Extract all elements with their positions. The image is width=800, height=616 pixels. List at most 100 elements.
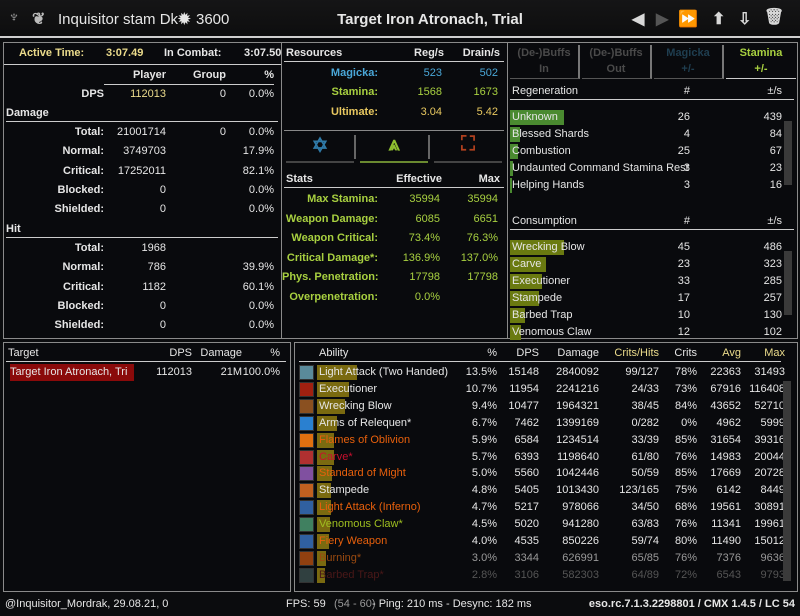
ability-avg: 14983: [710, 450, 741, 463]
player-value: 786: [147, 261, 166, 274]
group-value: 0: [219, 126, 226, 138]
tab-divider: [428, 135, 430, 159]
ability-ch: 61/80: [631, 450, 659, 463]
fps: FPS: 59: [286, 598, 326, 610]
col-avg[interactable]: Avg: [697, 345, 741, 362]
ability-row[interactable]: Light Attack (Two Handed) 13.5% 15148 28400…: [299, 364, 785, 381]
list-item[interactable]: Helping Hands 3 16: [510, 177, 782, 194]
tab-sublabel: +/-: [681, 63, 695, 75]
col-ch[interactable]: Crits/Hits: [599, 345, 659, 362]
ability-row[interactable]: Wrecking Blow 9.4% 10477 1964321 38/45 84% 436…: [299, 398, 785, 415]
resource-row: Magicka: 523 502: [282, 65, 504, 82]
abilities-scrollbar[interactable]: [783, 381, 791, 581]
ability-row[interactable]: Stampede 4.8% 5405 1013430 123/165 75% 6142 844…: [299, 482, 785, 499]
trash-icon[interactable]: 🗑: [764, 7, 784, 27]
ability-row[interactable]: Carve* 5.7% 6393 1198640 61/80 76% 14983 20044: [299, 449, 785, 466]
ability-pct: 5.9%: [471, 433, 497, 446]
ability-avg: 43652: [710, 399, 741, 412]
stampede-icon: [299, 483, 314, 499]
target-pct: 100.0%: [242, 366, 280, 378]
ability-row[interactable]: Fiery Weapon 4.0% 4535 850226 59/74 80% 11490 1…: [299, 533, 785, 550]
list-item[interactable]: Unknown 26 439: [510, 109, 782, 126]
list-item[interactable]: Stampede 17 257: [510, 290, 782, 307]
footer-player-info: @Inquisitor_Mordrak, 29.08.21, 0: [5, 598, 169, 610]
ability-pct: 4.5%: [471, 518, 497, 531]
list-item[interactable]: Venomous Claw 12 102: [510, 324, 782, 341]
ability-row[interactable]: Arms of Relequen* 6.7% 7462 1399169 0/282 0% 4…: [299, 415, 785, 432]
list-item[interactable]: Carve 23 323: [510, 256, 782, 273]
stat-row: Shielded: 0 0.0%: [4, 317, 281, 334]
active-time-label: Active Time:: [19, 47, 85, 59]
ability-avg: 6543: [716, 568, 741, 581]
list-item[interactable]: Executioner 33 285: [510, 273, 782, 290]
target-name: Target Iron Atronach, Tri: [10, 364, 134, 381]
max-value: 137.0%: [460, 251, 498, 264]
carve-icon: [299, 449, 314, 465]
reg-value: 523: [423, 67, 442, 79]
rate-value: 16: [769, 179, 782, 191]
drain-value: 5.42: [476, 105, 498, 118]
resource-tab[interactable]: ⛶: [434, 133, 502, 163]
regen-label: Regeneration: [512, 85, 579, 97]
count-value: 17: [677, 292, 690, 304]
buff-tab[interactable]: (De-)Buffs Out: [582, 45, 652, 79]
next-icon[interactable]: ▶: [656, 9, 668, 29]
list-item[interactable]: Undaunted Command Stamina Rest 3 23: [510, 160, 782, 177]
save-icon[interactable]: ⇩: [738, 9, 751, 29]
resource-tab[interactable]: ⩓: [360, 133, 428, 163]
buff-tab[interactable]: (De-)Buffs In: [510, 45, 580, 79]
last-icon[interactable]: ⏩: [678, 9, 698, 29]
cons-label: Consumption: [512, 215, 577, 227]
buff-tab[interactable]: Stamina +/-: [726, 45, 796, 79]
count-value: 4: [683, 128, 690, 140]
cons-scrollbar[interactable]: [784, 251, 792, 315]
ability-row[interactable]: Barbed Trap* 2.8% 3106 582303 64/89 72% 6543 97…: [299, 567, 785, 584]
resources-label: Resources: [286, 47, 343, 59]
ability-row[interactable]: Venomous Claw* 4.5% 5020 941280 63/83 76% 1134…: [299, 516, 785, 533]
ability-row[interactable]: Standard of Might 5.0% 5560 1042446 50/59 85%…: [299, 465, 785, 482]
col-name[interactable]: Ability: [319, 345, 459, 362]
ability-row[interactable]: Executioner 10.7% 11954 2241216 24/33 73% 6791…: [299, 381, 785, 398]
class-icon: ❦: [32, 11, 46, 28]
stamina-icon: ⩓: [388, 133, 400, 155]
network-info: - Ping: 210 ms - Desync: 182 ms: [372, 598, 532, 610]
col-pct[interactable]: %: [449, 345, 497, 362]
col-dps[interactable]: DPS: [497, 345, 539, 362]
stat-row: Blocked: 0 0.0%: [4, 182, 281, 199]
ability-max: 20728: [754, 467, 785, 480]
stat-row: Total: 1968: [4, 240, 281, 257]
ability-row[interactable]: Burning* 3.0% 3344 626991 65/85 76% 7376 9636: [299, 550, 785, 567]
buff-tab[interactable]: Magicka +/-: [654, 45, 724, 79]
col-max[interactable]: Max: [741, 345, 785, 362]
ability-row[interactable]: Light Attack (Inferno) 4.7% 5217 978066 34/5…: [299, 499, 785, 516]
ability-pct: 4.0%: [471, 535, 497, 547]
cons-name: Venomous Claw: [512, 326, 592, 338]
wrecking-blow-icon: [299, 398, 314, 414]
ability-name: Carve*: [319, 450, 353, 463]
prev-icon[interactable]: ◀: [632, 9, 644, 29]
stat-row: Overpenetration: 0.0%: [282, 289, 504, 306]
resource-tab[interactable]: ✡: [286, 133, 354, 163]
list-item[interactable]: Barbed Trap 10 130: [510, 307, 782, 324]
stat-label: Shielded:: [54, 319, 104, 332]
stat-row: Critical Damage*: 136.9% 137.0%: [282, 250, 504, 267]
tab-label: Magicka: [666, 47, 710, 59]
max-value: 6651: [473, 212, 498, 225]
ability-damage: 978066: [562, 501, 599, 514]
list-item[interactable]: Blessed Shards 4 84: [510, 126, 782, 143]
overview-header: Player Group%: [4, 67, 281, 85]
effective-value: 73.4%: [408, 232, 440, 245]
regen-scrollbar[interactable]: [784, 121, 792, 185]
col-count: #: [683, 85, 690, 97]
upload-icon[interactable]: ⬆: [712, 9, 725, 29]
tab-sublabel: Out: [606, 63, 626, 75]
list-item[interactable]: Combustion 25 67: [510, 143, 782, 160]
ability-row[interactable]: Flames of Oblivion 5.9% 6584 1234514 33/39 85…: [299, 432, 785, 449]
col-damage[interactable]: Damage: [539, 345, 599, 362]
stats-header: Stats Effective Max: [284, 171, 504, 188]
list-item[interactable]: Wrecking Blow 45 486: [510, 239, 782, 256]
tab-label: (De-)Buffs: [517, 47, 571, 59]
col-crits[interactable]: Crits: [659, 345, 697, 362]
ability-avg: 67916: [710, 382, 741, 395]
target-row[interactable]: Target Iron Atronach, Tri 112013 21M 100.0%: [6, 364, 286, 381]
